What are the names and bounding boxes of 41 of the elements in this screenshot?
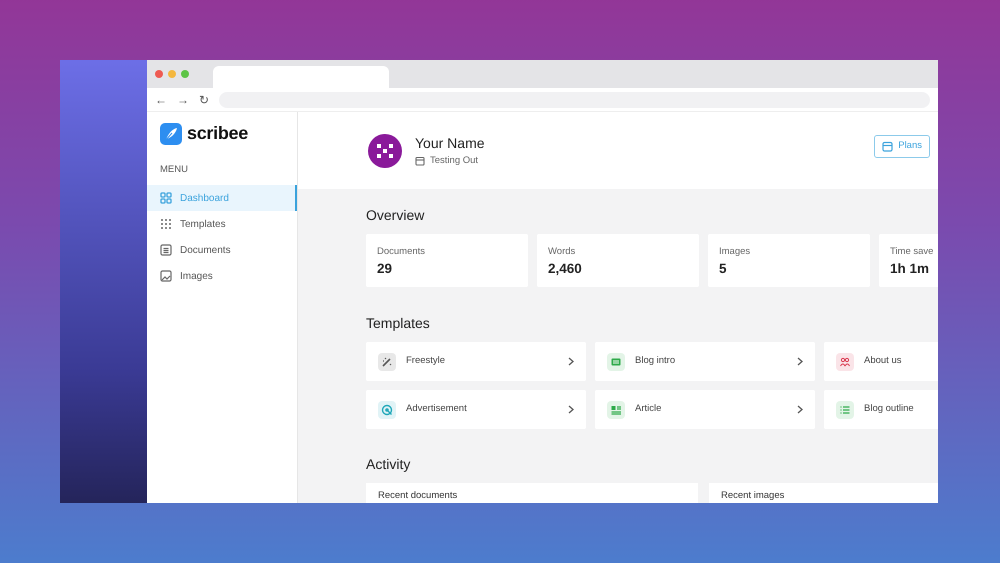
section-heading: Templates xyxy=(366,314,431,333)
card-title: Recent images xyxy=(721,489,786,503)
stat-label: Documents xyxy=(377,245,426,259)
browser-tab[interactable] xyxy=(213,66,389,88)
dashboard-icon xyxy=(160,192,172,204)
reload-button[interactable]: ↻ xyxy=(199,94,209,106)
forward-button[interactable]: → xyxy=(177,94,189,106)
section-heading: Activity xyxy=(366,455,412,474)
stat-value: 29 xyxy=(377,260,394,278)
calendar-icon xyxy=(882,141,894,152)
user-name: Your Name xyxy=(415,134,485,153)
back-button[interactable]: ← xyxy=(155,94,167,106)
template-card[interactable]: Advertisement xyxy=(366,390,586,429)
calendar-icon xyxy=(415,156,425,166)
avatar-icon xyxy=(366,132,404,170)
minimize-dot[interactable] xyxy=(168,70,176,78)
document-icon xyxy=(160,244,172,256)
stat-value: 1h 1m xyxy=(890,260,930,278)
close-dot[interactable] xyxy=(155,70,163,78)
template-card[interactable]: Blog outline xyxy=(824,390,938,429)
dots-grid-icon xyxy=(160,218,172,230)
feather-logo-icon xyxy=(160,122,182,144)
sidebar-item[interactable]: Images xyxy=(147,263,297,290)
card-title: Recent documents xyxy=(378,489,458,503)
image-icon xyxy=(160,270,172,282)
sidebar-item[interactable]: Templates xyxy=(147,211,297,238)
stat-label: Time save xyxy=(890,245,934,259)
stat-value: 5 xyxy=(719,260,728,278)
stat-value: 2,460 xyxy=(548,260,583,278)
sidebar-item[interactable]: Documents xyxy=(147,237,297,264)
template-card[interactable]: Article xyxy=(595,390,815,429)
menu-label: MENU xyxy=(159,163,189,177)
template-card[interactable]: About us xyxy=(824,342,938,381)
template-card[interactable]: Blog intro xyxy=(595,342,815,381)
maximize-dot[interactable] xyxy=(181,70,189,78)
section-heading: Overview xyxy=(366,206,426,225)
stat-label: Words xyxy=(548,245,576,259)
logo-text: scribee xyxy=(187,122,248,145)
stat-label: Images xyxy=(719,245,752,259)
user-subtitle: Testing Out xyxy=(430,154,478,168)
template-card[interactable]: Freestyle xyxy=(366,342,586,381)
